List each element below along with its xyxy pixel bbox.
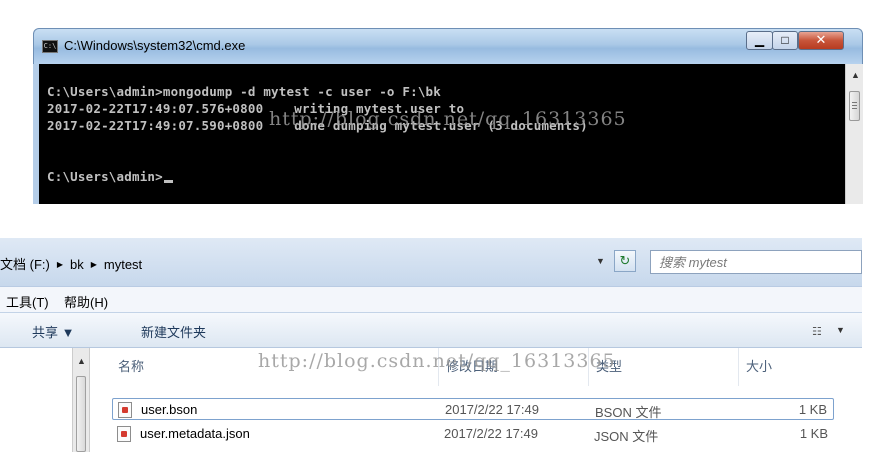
cmd-icon: C:\ xyxy=(42,40,58,53)
menu-help[interactable]: 帮助(H) xyxy=(64,292,108,311)
chevron-down-icon[interactable]: ▼ xyxy=(836,325,845,335)
console-prompt-line: C:\Users\admin> xyxy=(47,169,173,184)
menu-tools[interactable]: 工具(T) xyxy=(6,292,49,311)
refresh-button[interactable]: ↻ xyxy=(614,250,636,272)
close-button[interactable]: ✕ xyxy=(798,31,844,50)
search-input[interactable] xyxy=(657,251,841,273)
column-header-size[interactable]: 大小 xyxy=(746,348,772,386)
maximize-button[interactable]: □ xyxy=(772,31,798,50)
column-divider[interactable] xyxy=(738,348,739,386)
chevron-right-icon[interactable]: ▶ xyxy=(57,260,63,269)
cmd-window-title: C:\Windows\system32\cmd.exe xyxy=(64,38,246,53)
console-prompt: C:\Users\admin> xyxy=(47,169,163,184)
file-name: user.bson xyxy=(141,402,198,417)
breadcrumb-item[interactable]: 文档 (F:) xyxy=(0,257,50,272)
file-date: 2017/2/22 17:49 xyxy=(445,402,539,417)
file-date: 2017/2/22 17:49 xyxy=(444,426,538,441)
nav-pane-scrollbar[interactable]: ▲ xyxy=(72,348,90,452)
file-size: 1 KB xyxy=(799,426,828,441)
chevron-right-icon[interactable]: ▶ xyxy=(91,260,97,269)
search-box[interactable] xyxy=(650,250,862,274)
minimize-button[interactable]: ▁ xyxy=(746,31,773,50)
file-row[interactable]: user.metadata.json 2017/2/22 17:49 JSON … xyxy=(112,423,834,445)
file-list: ▲ 名称 修改日期 类型 大小 http://blog.csdn.net/qq_… xyxy=(0,348,862,452)
console-line: C:\Users\admin>mongodump -d mytest -c us… xyxy=(47,84,442,99)
breadcrumb-item[interactable]: bk xyxy=(70,257,84,272)
file-icon xyxy=(118,402,132,418)
breadcrumb[interactable]: 文档 (F:) ▶ bk ▶ mytest xyxy=(0,254,142,273)
explorer-window: 文档 (F:) ▶ bk ▶ mytest ▼ ↻ 工具(T) 帮助(H) 共享 ▼ 新… xyxy=(0,238,862,452)
file-row[interactable]: user.bson 2017/2/22 17:49 BSON 文件 1 KB xyxy=(112,398,834,420)
command-bar: 共享 ▼ 新建文件夹 ☷ ▼ xyxy=(0,312,862,348)
refresh-icon: ↻ xyxy=(619,253,631,268)
scroll-thumb[interactable] xyxy=(849,91,860,121)
scroll-up-icon[interactable]: ▲ xyxy=(77,356,86,366)
console-scrollbar[interactable]: ▲ xyxy=(845,64,863,204)
cmd-window: C:\ C:\Windows\system32\cmd.exe ▁ □ ✕ C:… xyxy=(33,28,863,204)
cmd-titlebar[interactable]: C:\ C:\Windows\system32\cmd.exe ▁ □ ✕ xyxy=(33,28,863,64)
view-options-icon[interactable]: ☷ xyxy=(812,325,822,338)
file-icon xyxy=(117,426,131,442)
breadcrumb-item[interactable]: mytest xyxy=(104,257,142,272)
file-type: BSON 文件 xyxy=(595,405,662,420)
file-size: 1 KB xyxy=(798,402,827,417)
address-bar[interactable]: 文档 (F:) ▶ bk ▶ mytest ▼ ↻ xyxy=(0,238,862,286)
file-type: JSON 文件 xyxy=(594,429,659,444)
maximize-icon: □ xyxy=(781,33,789,47)
menu-bar: 工具(T) 帮助(H) xyxy=(0,286,862,312)
scroll-up-icon[interactable]: ▲ xyxy=(851,70,860,80)
close-icon: ✕ xyxy=(815,32,827,47)
console-cursor xyxy=(163,180,173,183)
watermark: http://blog.csdn.net/qq_16313365 xyxy=(258,350,616,372)
new-folder-button[interactable]: 新建文件夹 xyxy=(141,322,206,341)
watermark: http://blog.csdn.net/qq_16313365 xyxy=(269,108,627,130)
chevron-down-icon[interactable]: ▼ xyxy=(596,256,605,266)
file-name: user.metadata.json xyxy=(140,426,250,441)
share-button[interactable]: 共享 ▼ xyxy=(32,322,74,341)
column-header-name[interactable]: 名称 xyxy=(118,348,144,386)
console-output[interactable]: C:\Users\admin>mongodump -d mytest -c us… xyxy=(33,64,845,204)
scroll-thumb[interactable] xyxy=(76,376,86,452)
minimize-icon: ▁ xyxy=(754,33,765,47)
